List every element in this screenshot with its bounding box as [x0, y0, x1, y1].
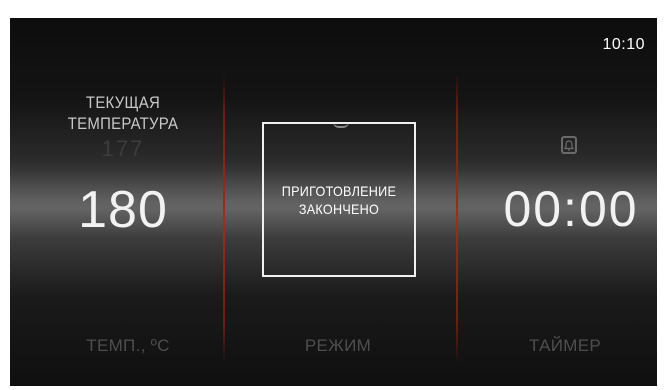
current-temperature-value: 177	[101, 136, 145, 161]
tab-temperature[interactable]: ТЕМП., ºC	[58, 336, 198, 364]
bell-icon	[561, 136, 577, 154]
clock: 10:10	[602, 36, 645, 53]
current-temperature-label: ТЕКУЩАЯ ТЕМПЕРАТУРА	[67, 93, 179, 133]
timer-value[interactable]: 00:00	[476, 180, 657, 238]
set-temperature-value[interactable]: 180	[48, 180, 198, 240]
tab-timer[interactable]: ТАЙМЕР	[490, 336, 640, 364]
cooking-status-box[interactable]: ПРИГОТОВЛЕНИЕ ЗАКОНЧЕНО	[262, 122, 416, 277]
column-divider-left	[223, 73, 225, 363]
tab-mode[interactable]: РЕЖИМ	[273, 336, 403, 364]
oven-display: 10:10 ТЕКУЩАЯ ТЕМПЕРАТУРА 177 180 ПРИГОТ…	[10, 18, 657, 386]
cooking-status-text: ПРИГОТОВЛЕНИЕ ЗАКОНЧЕНО	[281, 182, 397, 217]
column-divider-right	[456, 73, 458, 363]
